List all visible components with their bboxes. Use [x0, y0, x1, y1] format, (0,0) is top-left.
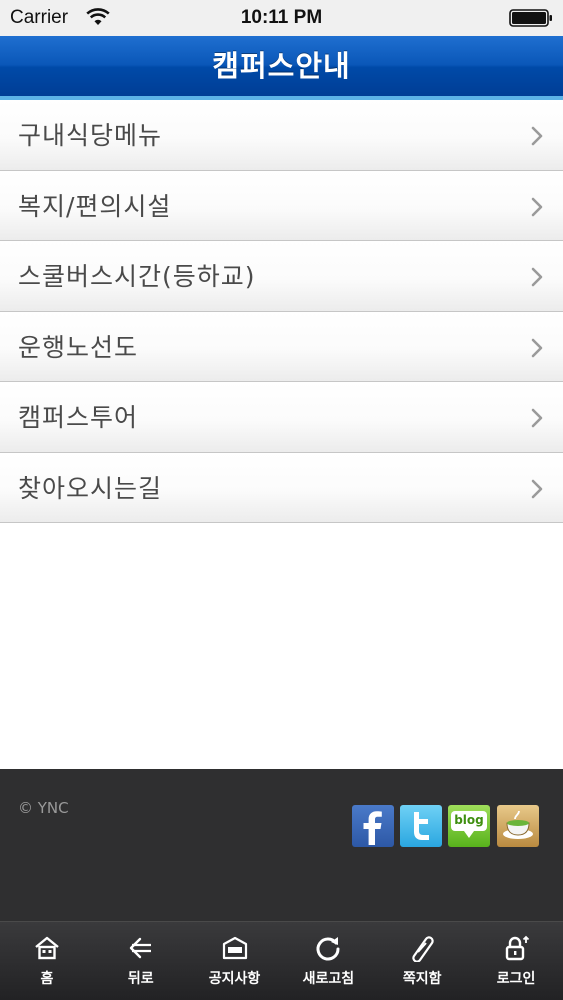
menu-item-cafeteria-menu[interactable]: 구내식당메뉴 [0, 100, 563, 171]
nav-bar: 캠퍼스안내 [0, 36, 563, 100]
twitter-button[interactable] [400, 805, 442, 847]
menu-item-label: 구내식당메뉴 [18, 121, 163, 150]
memo-icon [412, 936, 434, 962]
cafe-button[interactable] [497, 805, 539, 847]
menu-item-label: 스쿨버스시간(등하교) [18, 262, 256, 291]
copyright-text: © YNC [18, 799, 69, 817]
menu-item-directions[interactable]: 찾아오시는길 [0, 452, 563, 523]
chevron-right-icon [531, 197, 543, 216]
menu-item-label: 복지/편의시설 [18, 191, 172, 221]
tab-label: 홈 [40, 971, 54, 987]
chevron-right-icon [531, 479, 543, 498]
footer: © YNC blog [0, 769, 563, 921]
status-time: 10:11 PM [240, 7, 323, 28]
blog-button[interactable]: blog [448, 805, 490, 847]
battery-icon [509, 9, 552, 27]
tab-refresh[interactable]: 새로고침 [281, 922, 375, 1000]
refresh-icon [316, 937, 340, 961]
tab-label: 로그인 [496, 971, 536, 987]
cafe-icon [503, 810, 533, 839]
tab-label: 새로고침 [302, 971, 355, 987]
tab-memo[interactable]: 쪽지함 [375, 922, 469, 1000]
twitter-icon [414, 812, 429, 840]
blog-icon-label: blog [454, 813, 484, 827]
tab-label: 뒤로 [127, 971, 154, 987]
tab-bar: 홈 뒤로 공지사항 새로고침 쪽지함 로그인 [0, 921, 563, 1000]
menu-item-label: 찾아오시는길 [18, 473, 163, 503]
status-bar: Carrier 10:11 PM [0, 0, 563, 36]
menu-item-route-map[interactable]: 운행노선도 [0, 311, 563, 382]
page-title: 캠퍼스안내 [212, 49, 351, 83]
menu-item-school-bus-times[interactable]: 스쿨버스시간(등하교) [0, 241, 563, 312]
facebook-button[interactable] [352, 805, 394, 847]
menu-list: 구내식당메뉴 복지/편의시설 스쿨버스시간(등하교) 운행노선도 캠퍼스투어 찾… [0, 100, 563, 523]
lock-icon [505, 935, 530, 961]
tab-label: 공지사항 [208, 971, 261, 987]
tab-back[interactable]: 뒤로 [94, 922, 188, 1000]
chevron-right-icon [531, 126, 543, 146]
facebook-icon [363, 811, 382, 845]
chevron-right-icon [531, 338, 543, 357]
tab-home[interactable]: 홈 [0, 922, 94, 1000]
menu-item-label: 캠퍼스투어 [18, 403, 139, 432]
menu-item-campus-tour[interactable]: 캠퍼스투어 [0, 382, 563, 453]
tab-label: 쪽지함 [402, 971, 442, 987]
menu-item-label: 운행노선도 [18, 332, 139, 362]
menu-item-welfare-facilities[interactable]: 복지/편의시설 [0, 170, 563, 241]
notice-icon [222, 936, 247, 960]
chevron-right-icon [531, 267, 543, 287]
tab-login[interactable]: 로그인 [469, 922, 563, 1000]
tab-notice[interactable]: 공지사항 [188, 922, 282, 1000]
home-icon [35, 936, 59, 960]
chevron-right-icon [531, 408, 543, 428]
back-arrow-icon [129, 937, 151, 959]
